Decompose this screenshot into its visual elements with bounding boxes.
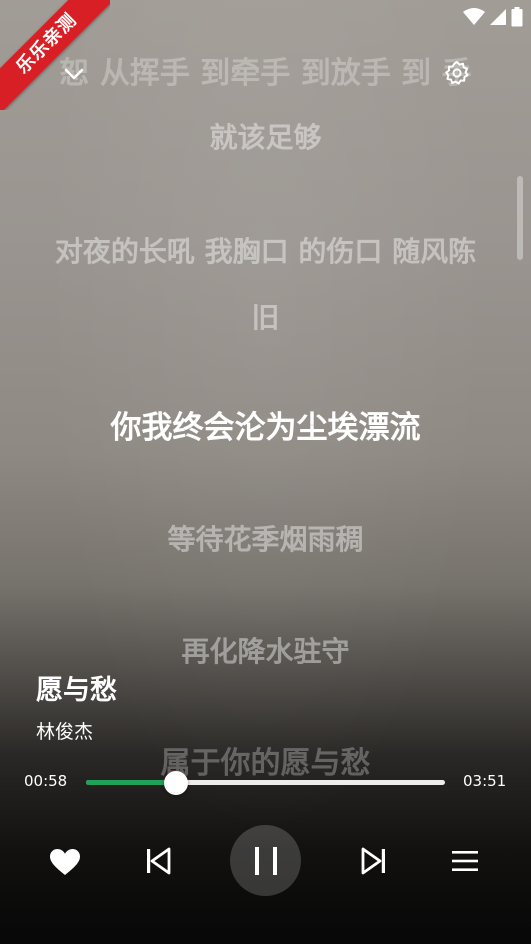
progress-fill	[86, 780, 177, 785]
playback-controls	[0, 825, 531, 897]
heart-icon	[50, 849, 80, 875]
lyric-line-active: 你我终会沦为尘埃漂流	[110, 410, 421, 446]
lyric-line: 对夜的长吼 我胸口 的伤口 随风陈	[54, 235, 477, 268]
lyric-line: 旧	[251, 301, 280, 334]
previous-button[interactable]	[136, 839, 180, 883]
scrollbar[interactable]	[517, 176, 523, 260]
progress-thumb[interactable]	[164, 771, 189, 795]
watermark-text: 乐乐亲测	[0, 0, 110, 110]
lyric-line: 等待花季烟雨稠	[167, 523, 364, 556]
skip-previous-icon	[147, 847, 171, 875]
status-bar	[463, 6, 523, 28]
settings-button[interactable]	[440, 56, 474, 90]
skip-next-icon	[361, 847, 385, 875]
play-pause-button[interactable]	[230, 825, 301, 896]
next-button[interactable]	[352, 839, 396, 883]
battery-icon	[511, 7, 523, 27]
lyric-line: 就该足够	[209, 121, 322, 154]
signal-icon	[490, 9, 506, 25]
progress-slider[interactable]	[86, 771, 445, 795]
like-button[interactable]	[42, 839, 88, 885]
gear-icon	[445, 61, 469, 85]
playlist-icon	[452, 851, 478, 871]
total-time: 03:51	[463, 772, 507, 790]
current-time: 00:58	[24, 772, 68, 790]
song-artist[interactable]: 林俊杰	[36, 717, 93, 744]
playlist-button[interactable]	[443, 839, 487, 883]
watermark-ribbon: 乐乐亲测	[0, 0, 110, 110]
wifi-icon	[463, 8, 485, 25]
song-title: 愿与愁	[36, 675, 117, 706]
pause-icon	[254, 846, 277, 875]
background-blur	[0, 0, 531, 944]
lyrics-panel: 恕 从挥手 到牵手 到放手 到 手 就该足够 对夜的长吼 我胸口 的伤口 随风陈…	[0, 0, 531, 944]
